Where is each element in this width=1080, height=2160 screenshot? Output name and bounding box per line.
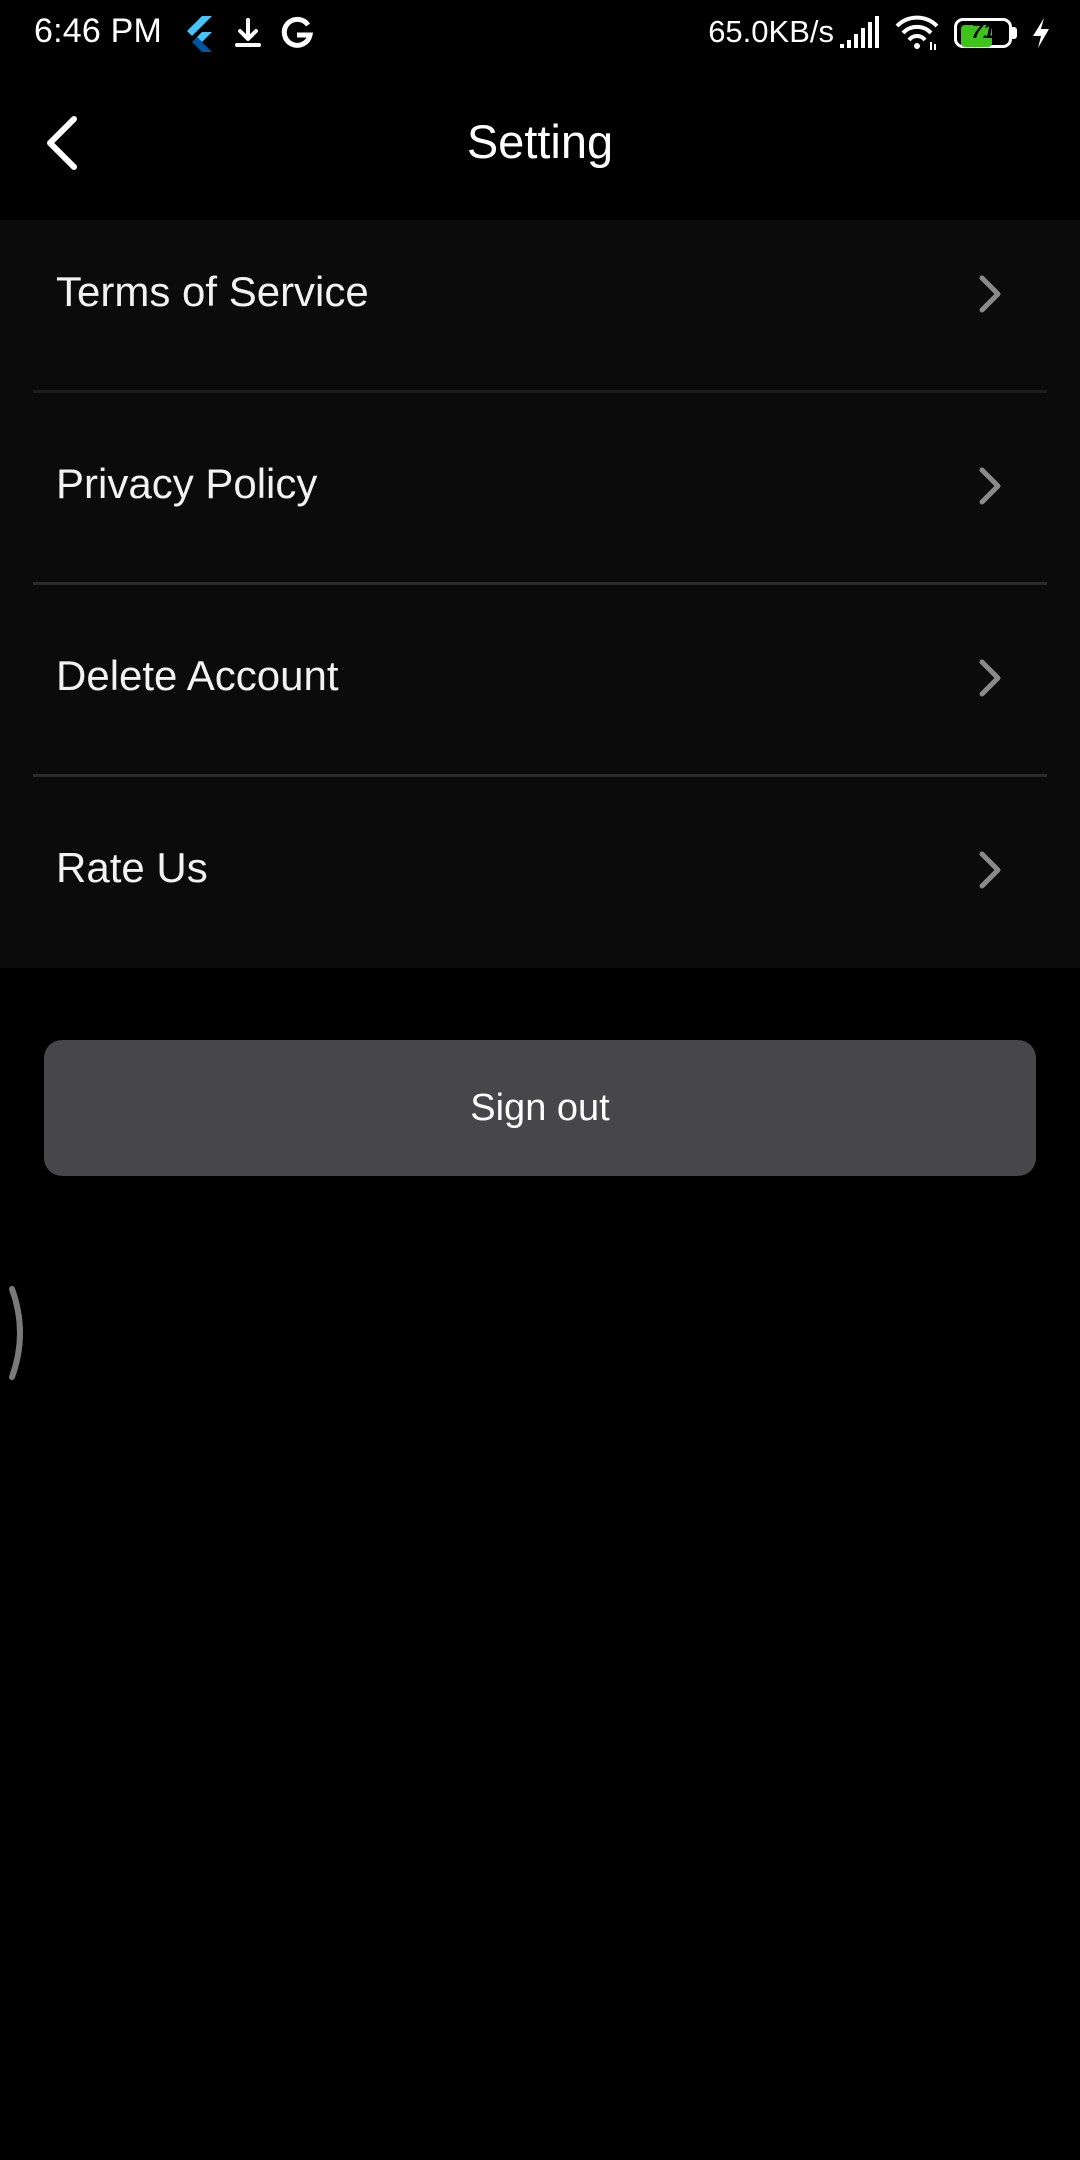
battery-level: 71: [971, 20, 995, 43]
settings-item-terms-of-service[interactable]: Terms of Service: [0, 220, 1080, 412]
status-bar: 6:46 PM 65.0KB/s 71: [0, 0, 1080, 66]
settings-item-privacy-policy[interactable]: Privacy Policy: [0, 392, 1080, 584]
status-time: 6:46 PM: [34, 12, 163, 50]
battery-icon: 71: [954, 18, 1018, 48]
charging-bolt-icon: [1033, 18, 1049, 48]
sign-out-button[interactable]: Sign out: [44, 1040, 1036, 1176]
edge-swipe-handle[interactable]: [0, 1283, 30, 1383]
chevron-right-icon: [979, 467, 1001, 505]
chevron-right-icon: [979, 851, 1001, 889]
chevron-right-icon: [979, 659, 1001, 697]
settings-item-delete-account[interactable]: Delete Account: [0, 585, 1080, 777]
settings-list: Terms of Service Privacy Policy Delete A…: [0, 220, 1080, 968]
network-speed: 65.0KB/s: [708, 14, 834, 49]
settings-item-label: Rate Us: [56, 844, 208, 891]
flutter-icon: [187, 16, 212, 52]
wifi-icon: [895, 15, 939, 50]
settings-item-label: Terms of Service: [56, 268, 369, 315]
page-title: Setting: [466, 115, 614, 168]
settings-item-label: Privacy Policy: [56, 460, 318, 507]
signal-icon: [840, 16, 879, 48]
battery-tip: [1012, 27, 1017, 39]
settings-item-rate-us[interactable]: Rate Us: [0, 777, 1080, 969]
app-header: Setting: [0, 66, 1080, 220]
chevron-right-icon: [979, 275, 1001, 313]
google-icon: [281, 16, 314, 48]
download-icon: [235, 18, 261, 47]
settings-item-label: Delete Account: [56, 652, 339, 699]
